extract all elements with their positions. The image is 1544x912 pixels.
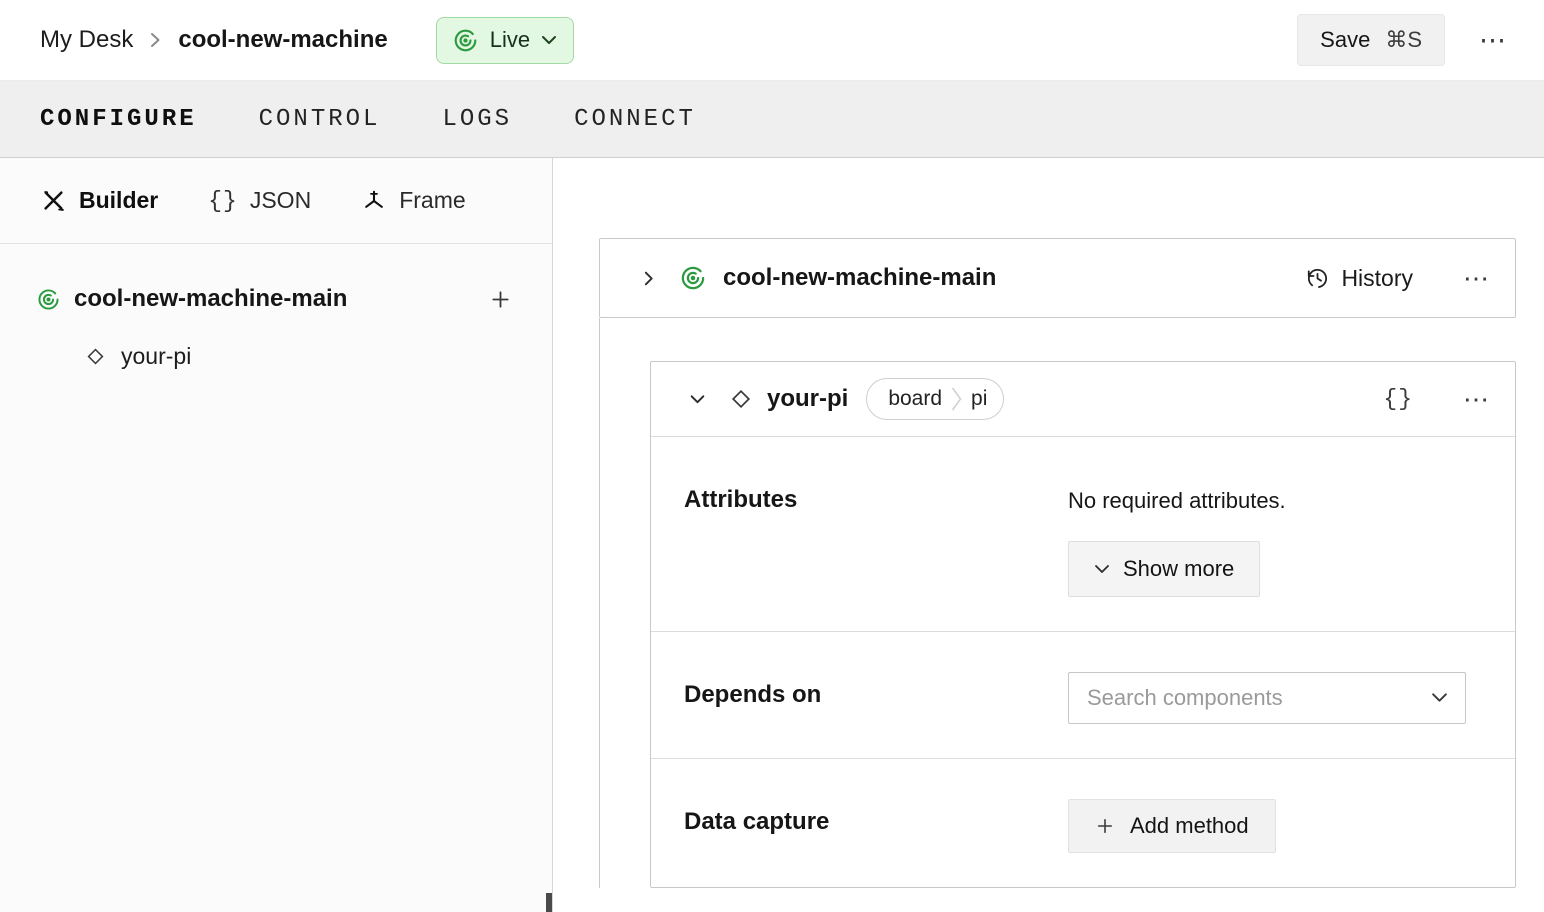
frame-mode-button[interactable]: Frame bbox=[361, 187, 466, 214]
chevron-down-icon bbox=[1094, 564, 1110, 575]
sidebar-scrollbar-thumb[interactable] bbox=[546, 893, 552, 912]
show-more-button[interactable]: Show more bbox=[1068, 541, 1261, 597]
configure-sidebar: Builder {} JSON Frame cool-new-machine-m… bbox=[0, 158, 553, 912]
component-diamond-icon bbox=[84, 345, 107, 368]
component-diamond-icon bbox=[728, 386, 754, 412]
live-broadcast-icon bbox=[36, 287, 61, 312]
history-button-label: History bbox=[1341, 264, 1413, 291]
breadcrumb-parent-link[interactable]: My Desk bbox=[40, 26, 133, 54]
machine-card-more-menu-button[interactable]: ⋯ bbox=[1463, 265, 1489, 291]
attributes-section-label: Attributes bbox=[684, 486, 798, 513]
attributes-empty-text: No required attributes. bbox=[1068, 488, 1286, 513]
component-name: your-pi bbox=[767, 385, 849, 412]
component-card-header: your-pi board pi {} ⋯ bbox=[651, 362, 1515, 437]
tab-configure[interactable]: CONFIGURE bbox=[40, 106, 197, 133]
add-component-button[interactable] bbox=[489, 288, 512, 311]
frame-axes-icon bbox=[361, 188, 387, 214]
view-mode-switcher: Builder {} JSON Frame bbox=[0, 158, 552, 244]
component-type: board bbox=[888, 387, 943, 410]
save-shortcut-hint: ⌘S bbox=[1385, 27, 1422, 52]
live-broadcast-icon bbox=[679, 264, 707, 292]
component-type-pill: board pi bbox=[866, 378, 1005, 420]
builder-mode-label: Builder bbox=[79, 187, 159, 213]
main-nav-tabbar: CONFIGURE CONTROL LOGS CONNECT bbox=[0, 81, 1544, 158]
show-more-label: Show more bbox=[1123, 556, 1235, 581]
breadcrumb-current: cool-new-machine bbox=[178, 26, 388, 53]
pill-separator-chevron-icon bbox=[950, 385, 963, 413]
tree-item-machine-main-label: cool-new-machine-main bbox=[74, 285, 348, 312]
save-button[interactable]: Save ⌘S bbox=[1297, 14, 1445, 66]
data-capture-section: Data capture Add method bbox=[651, 758, 1515, 887]
live-badge-label: Live bbox=[489, 27, 531, 52]
frame-mode-label: Frame bbox=[399, 187, 466, 213]
depends-on-section-label: Depends on bbox=[684, 681, 822, 708]
tree-item-machine-main[interactable]: cool-new-machine-main bbox=[0, 270, 552, 328]
depends-on-select[interactable]: Search components bbox=[1068, 672, 1466, 724]
json-mode-button[interactable]: {} JSON bbox=[208, 187, 311, 214]
data-capture-section-label: Data capture bbox=[684, 808, 830, 835]
data-capture-section-content: Add method bbox=[1068, 799, 1487, 853]
tab-control[interactable]: CONTROL bbox=[259, 106, 381, 133]
tab-connect[interactable]: CONNECT bbox=[574, 106, 696, 133]
expand-machine-card-chevron-right-icon[interactable] bbox=[640, 270, 657, 287]
add-method-button[interactable]: Add method bbox=[1068, 799, 1276, 853]
configure-main-panel: cool-new-machine-main History ⋯ your-pi … bbox=[553, 158, 1544, 912]
chevron-down-icon bbox=[1431, 692, 1448, 704]
header-more-menu-button[interactable]: ⋯ bbox=[1479, 26, 1506, 54]
tab-logs[interactable]: LOGS bbox=[442, 106, 512, 133]
chevron-down-icon bbox=[541, 35, 557, 46]
attributes-section: Attributes No required attributes. Show … bbox=[651, 437, 1515, 631]
live-broadcast-icon bbox=[452, 27, 479, 54]
json-mode-label: JSON bbox=[249, 187, 312, 213]
tools-icon bbox=[40, 187, 67, 214]
content-area: Builder {} JSON Frame cool-new-machine-m… bbox=[0, 158, 1544, 912]
tree-item-your-pi[interactable]: your-pi bbox=[0, 328, 552, 384]
builder-mode-button[interactable]: Builder bbox=[40, 187, 158, 214]
collapse-component-chevron-down-icon[interactable] bbox=[689, 391, 706, 408]
save-button-label: Save bbox=[1320, 27, 1371, 52]
braces-icon: {} bbox=[208, 187, 238, 214]
machine-part-tree: cool-new-machine-main your-pi bbox=[0, 244, 552, 384]
depends-on-section: Depends on Search components bbox=[651, 631, 1515, 758]
depends-on-section-content: Search components bbox=[1068, 672, 1487, 724]
history-button[interactable]: History bbox=[1305, 265, 1413, 292]
tree-item-your-pi-label: your-pi bbox=[121, 342, 192, 369]
attributes-section-content: No required attributes. Show more bbox=[1068, 477, 1487, 597]
plus-icon bbox=[1095, 816, 1115, 836]
add-method-label: Add method bbox=[1130, 813, 1249, 838]
component-json-braces-button[interactable]: {} bbox=[1383, 386, 1413, 412]
machine-part-title: cool-new-machine-main bbox=[723, 264, 997, 291]
component-card-your-pi: your-pi board pi {} ⋯ Attributes No requ… bbox=[650, 361, 1516, 888]
component-card-more-menu-button[interactable]: ⋯ bbox=[1463, 386, 1489, 412]
component-nest-connector: your-pi board pi {} ⋯ Attributes No requ… bbox=[599, 318, 1516, 888]
machine-live-status-button[interactable]: Live bbox=[435, 16, 575, 64]
component-model: pi bbox=[971, 387, 988, 410]
top-header: My Desk cool-new-machine Live Save ⌘S ⋯ bbox=[0, 0, 1544, 81]
breadcrumb: My Desk cool-new-machine bbox=[40, 26, 388, 54]
history-clock-icon bbox=[1305, 266, 1330, 291]
breadcrumb-chevron-icon bbox=[149, 30, 162, 50]
depends-on-select-placeholder: Search components bbox=[1087, 685, 1283, 710]
machine-part-card: cool-new-machine-main History ⋯ bbox=[599, 238, 1516, 318]
